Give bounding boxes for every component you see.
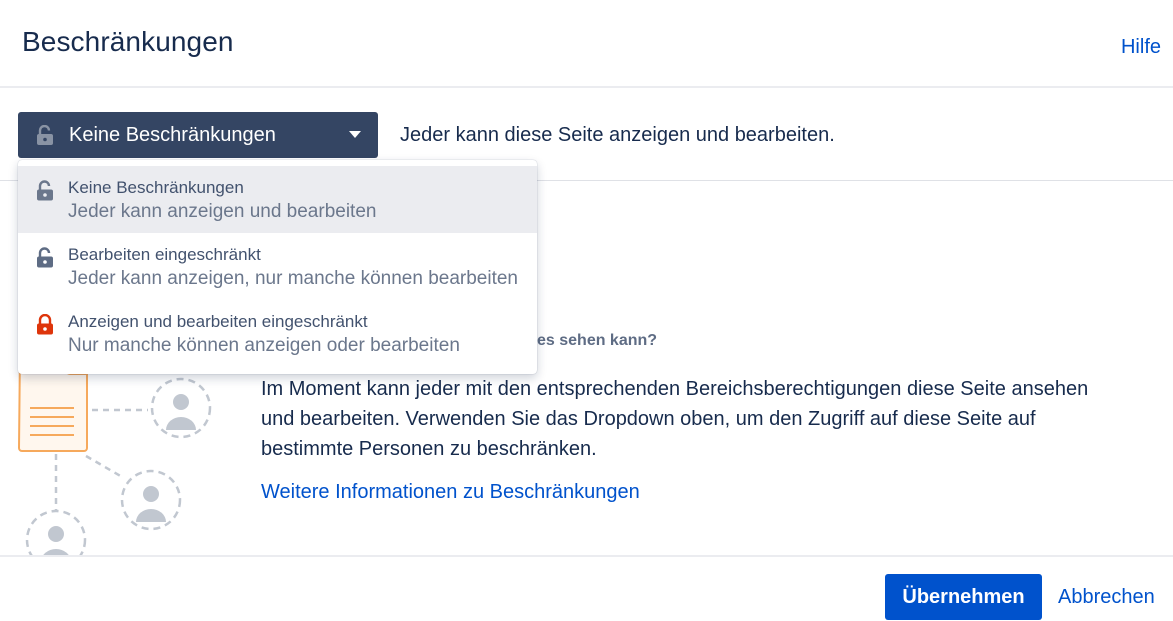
- dialog-footer: Übernehmen Abbrechen: [0, 555, 1173, 621]
- restrictions-explanation: Im Moment kann jeder mit den entsprechen…: [261, 378, 1089, 460]
- menu-item-title: Keine Beschränkungen: [68, 178, 244, 197]
- chevron-down-icon: [349, 131, 361, 138]
- menu-item-no-restrictions[interactable]: Keine Beschränkungen Jeder kann anzeigen…: [18, 166, 537, 233]
- document-people-graphic: [17, 360, 212, 556]
- help-link[interactable]: Hilfe: [1121, 36, 1161, 59]
- menu-item-title: Anzeigen und bearbeiten eingeschränkt: [68, 312, 368, 331]
- dialog-header: Beschränkungen Hilfe: [0, 0, 1173, 88]
- cancel-button[interactable]: Abbrechen: [1058, 586, 1155, 609]
- lock-icon: [37, 314, 53, 335]
- dialog-title: Beschränkungen: [22, 26, 234, 57]
- menu-item-subtitle: Jeder kann anzeigen, nur manche können b…: [68, 268, 518, 289]
- menu-item-subtitle: Jeder kann anzeigen und bearbeiten: [68, 201, 377, 222]
- restrictions-question: es sehen kann?: [537, 332, 658, 349]
- unlock-icon: [37, 180, 53, 201]
- restriction-dropdown-label: Keine Beschränkungen: [69, 124, 276, 146]
- menu-item-edit-restricted[interactable]: Bearbeiten eingeschränkt Jeder kann anze…: [18, 233, 537, 300]
- menu-item-view-edit-restricted[interactable]: Anzeigen und bearbeiten eingeschränkt Nu…: [18, 300, 537, 367]
- unlock-icon: [37, 247, 53, 268]
- restriction-dropdown[interactable]: Keine Beschränkungen: [18, 112, 378, 158]
- restrictions-illustration: [0, 360, 240, 556]
- more-info-link[interactable]: Weitere Informationen zu Beschränkungen: [261, 481, 640, 504]
- menu-item-subtitle: Nur manche können anzeigen oder bearbeit…: [68, 335, 460, 356]
- unlock-icon: [37, 125, 53, 145]
- restriction-description: Jeder kann diese Seite anzeigen und bear…: [400, 124, 835, 146]
- restriction-dropdown-menu: Keine Beschränkungen Jeder kann anzeigen…: [18, 160, 537, 374]
- menu-item-title: Bearbeiten eingeschränkt: [68, 245, 261, 264]
- apply-button[interactable]: Übernehmen: [885, 574, 1042, 620]
